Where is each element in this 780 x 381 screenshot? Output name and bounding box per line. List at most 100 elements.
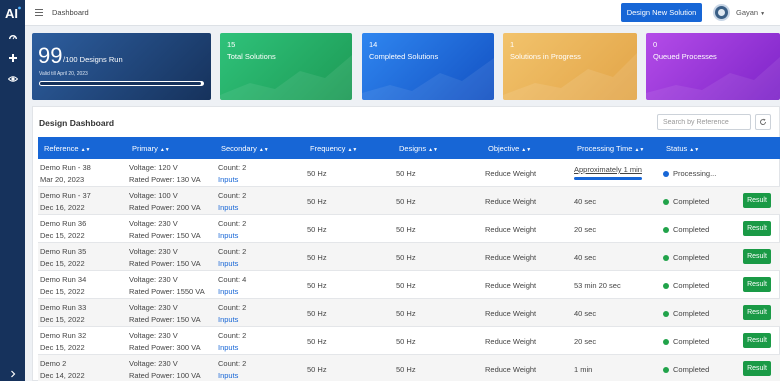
column-header-reference[interactable]: Reference ▲▼: [44, 144, 91, 153]
app-logo[interactable]: AI: [0, 0, 25, 25]
design-new-solution-button[interactable]: Design New Solution: [621, 3, 702, 22]
result-button[interactable]: Result: [743, 333, 771, 348]
sidebar-item-new-design[interactable]: [0, 53, 25, 63]
secondary-inputs-link[interactable]: Inputs: [218, 371, 238, 380]
sort-icon: ▲▼: [521, 147, 532, 153]
table-row[interactable]: Demo Run - 38 Mar 20, 2023 Voltage: 120 V R…: [38, 159, 780, 187]
reference-name: Demo Run - 38: [40, 163, 91, 172]
reference-date: Dec 15, 2022: [40, 287, 85, 296]
ai-logo-icon: AI: [5, 6, 21, 21]
status-dot-icon: [663, 199, 669, 205]
column-header-processing-time[interactable]: Processing Time ▲▼: [577, 144, 644, 153]
sidebar-expand-button[interactable]: [0, 369, 25, 379]
column-header-primary[interactable]: Primary ▲▼: [132, 144, 170, 153]
secondary-inputs-link[interactable]: Inputs: [218, 259, 238, 268]
menu-toggle-icon[interactable]: [35, 9, 43, 16]
sidebar-item-view[interactable]: [0, 74, 25, 84]
status-badge: Completed: [663, 309, 709, 318]
reference-name: Demo Run 36: [40, 219, 87, 228]
secondary-count: Count: 2: [218, 191, 247, 200]
search-input[interactable]: [657, 114, 751, 130]
completed-solutions-count: 14: [369, 40, 378, 49]
designs-value: 50 Hz: [396, 365, 416, 374]
status-text: Completed: [673, 197, 710, 206]
processing-time-value: 40 sec: [574, 197, 597, 206]
queued-processes-card[interactable]: 0 Queued Processes: [646, 33, 780, 100]
valid-till-text: Valid till April 20, 2023: [39, 71, 88, 77]
reference-name: Demo Run 32: [40, 331, 87, 340]
sort-icon: ▲▼: [347, 147, 358, 153]
reference-name: Demo Run 34: [40, 275, 87, 284]
primary-rated-power: Rated Power: 1550 VA: [129, 287, 205, 296]
designs-value: 50 Hz: [396, 169, 416, 178]
solutions-in-progress-card[interactable]: 1 Solutions in Progress: [503, 33, 637, 100]
secondary-count: Count: 2: [218, 303, 247, 312]
top-bar: Dashboard Design New Solution Gayan ▼: [25, 0, 780, 26]
table-header: Reference ▲▼ Primary ▲▼ Secondary ▲▼ Freque…: [38, 137, 780, 159]
table-row[interactable]: Demo 2 Dec 14, 2022 Voltage: 230 V Rated Po…: [38, 355, 780, 381]
reference-name: Demo Run - 37: [40, 191, 91, 200]
reference-date: Dec 16, 2022: [40, 203, 85, 212]
status-badge: Completed: [663, 253, 709, 262]
card-wave-decoration: [362, 58, 494, 100]
user-menu[interactable]: Gayan ▼: [736, 8, 765, 17]
table-row[interactable]: Demo Run 36 Dec 15, 2022 Voltage: 230 V Rat…: [38, 215, 780, 243]
chevron-right-icon: [10, 370, 15, 378]
objective-value: Reduce Weight: [485, 169, 537, 178]
result-button[interactable]: Result: [743, 221, 771, 236]
primary-rated-power: Rated Power: 150 VA: [129, 315, 201, 324]
primary-voltage: Voltage: 230 V: [129, 219, 178, 228]
sidebar-item-dashboard[interactable]: [0, 32, 25, 42]
refresh-button[interactable]: [755, 114, 771, 130]
reference-name: Demo 2: [40, 359, 67, 368]
sort-icon: ▲▼: [258, 147, 269, 153]
secondary-inputs-link[interactable]: Inputs: [218, 231, 238, 240]
secondary-inputs-link[interactable]: Inputs: [218, 343, 238, 352]
svg-text:AI: AI: [5, 6, 18, 21]
column-header-secondary[interactable]: Secondary ▲▼: [221, 144, 269, 153]
status-dot-icon: [663, 171, 669, 177]
reference-name: Demo Run 33: [40, 303, 87, 312]
column-header-objective[interactable]: Objective ▲▼: [488, 144, 531, 153]
primary-voltage: Voltage: 230 V: [129, 275, 178, 284]
table-row[interactable]: Demo Run - 37 Dec 16, 2022 Voltage: 100 V R…: [38, 187, 780, 215]
card-wave-decoration: [503, 53, 637, 100]
result-button[interactable]: Result: [743, 305, 771, 320]
secondary-count: Count: 2: [218, 247, 247, 256]
completed-solutions-card[interactable]: 14 Completed Solutions: [362, 33, 494, 100]
reference-date: Dec 15, 2022: [40, 259, 85, 268]
secondary-inputs-link[interactable]: Inputs: [218, 287, 238, 296]
frequency-value: 50 Hz: [307, 337, 327, 346]
table-row[interactable]: Demo Run 35 Dec 15, 2022 Voltage: 230 V Rat…: [38, 243, 780, 271]
secondary-inputs-link[interactable]: Inputs: [218, 315, 238, 324]
frequency-value: 50 Hz: [307, 365, 327, 374]
reference-date: Dec 15, 2022: [40, 231, 85, 240]
secondary-inputs-link[interactable]: Inputs: [218, 203, 238, 212]
frequency-value: 50 Hz: [307, 197, 327, 206]
caret-down-icon: ▼: [760, 11, 766, 17]
total-solutions-card[interactable]: 15 Total Solutions: [220, 33, 352, 100]
reference-date: Mar 20, 2023: [40, 175, 85, 184]
table-row[interactable]: Demo Run 34 Dec 15, 2022 Voltage: 230 V Rat…: [38, 271, 780, 299]
designs-value: 50 Hz: [396, 281, 416, 290]
column-header-frequency[interactable]: Frequency ▲▼: [310, 144, 357, 153]
secondary-inputs-link[interactable]: Inputs: [218, 175, 238, 184]
table-row[interactable]: Demo Run 33 Dec 15, 2022 Voltage: 230 V Rat…: [38, 299, 780, 327]
primary-rated-power: Rated Power: 200 VA: [129, 203, 201, 212]
column-header-designs[interactable]: Designs ▲▼: [399, 144, 438, 153]
sort-icon: ▲▼: [159, 147, 170, 153]
result-button[interactable]: Result: [743, 249, 771, 264]
total-solutions-count: 15: [227, 40, 236, 49]
designs-run-progress-fill: [40, 82, 202, 85]
column-header-status[interactable]: Status ▲▼: [666, 144, 699, 153]
refresh-icon: [760, 118, 766, 125]
completed-solutions-label: Completed Solutions: [369, 52, 439, 61]
result-button[interactable]: Result: [743, 193, 771, 208]
result-button[interactable]: Result: [743, 277, 771, 292]
table-row[interactable]: Demo Run 32 Dec 15, 2022 Voltage: 230 V Rat…: [38, 327, 780, 355]
status-badge: Completed: [663, 365, 709, 374]
avatar[interactable]: [713, 4, 730, 21]
result-button[interactable]: Result: [743, 361, 771, 376]
sort-icon: ▲▼: [428, 147, 439, 153]
status-text: Processing...: [673, 169, 717, 178]
